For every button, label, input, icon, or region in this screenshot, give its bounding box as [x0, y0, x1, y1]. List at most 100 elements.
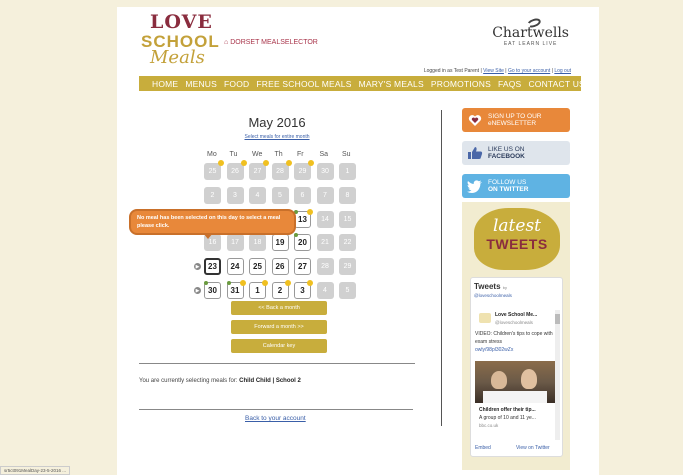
meal-selected-star-icon — [218, 160, 224, 166]
chartwells-logo[interactable]: Chartwells EAT LEARN LIVE — [492, 25, 569, 47]
calendar-day[interactable]: 2 — [271, 280, 291, 299]
page-background: LOVE SCHOOL Meals ⌂ DORSET MEALSELECTOR … — [0, 0, 683, 475]
selected-child: Child Child | School 2 — [239, 378, 301, 384]
nav-menus[interactable]: MENUS — [185, 79, 217, 89]
calendar-key-button[interactable]: Calendar key — [231, 339, 327, 353]
chartwells-name: Chartwells — [492, 25, 569, 41]
embed-link[interactable]: Embed — [475, 445, 491, 451]
calendar-day[interactable]: 27 — [294, 258, 311, 276]
calendar-day[interactable]: 25 — [204, 160, 224, 180]
view-on-twitter-link[interactable]: View on Twitter — [516, 445, 550, 451]
calendar-day[interactable]: 31 — [226, 280, 246, 299]
nav-promotions[interactable]: PROMOTIONS — [431, 79, 491, 89]
view-site-link[interactable]: View Site — [483, 68, 504, 74]
calendar-day[interactable]: 28 — [271, 160, 292, 180]
day-number: 22 — [343, 239, 352, 247]
nav-contact-us[interactable]: CONTACT US — [528, 79, 584, 89]
calendar-day[interactable]: 13 — [294, 208, 313, 228]
logout-link[interactable]: Log out — [554, 68, 571, 74]
day-number: 28 — [321, 263, 329, 271]
logged-in-text: Logged in as Test Parent — [423, 68, 480, 74]
weekday-label: We — [252, 151, 263, 158]
meal-selected-star-icon — [307, 208, 313, 215]
site-header: LOVE SCHOOL Meals ⌂ DORSET MEALSELECTOR … — [117, 7, 599, 75]
calendar-day[interactable]: 30 — [204, 281, 221, 299]
calendar-day[interactable]: 27 — [249, 160, 269, 180]
day-number: 23 — [208, 262, 217, 272]
twitter-button[interactable]: FOLLOW US ON TWITTER — [462, 174, 570, 198]
calendar-day[interactable]: 5 — [339, 282, 356, 299]
day-number: 27 — [298, 262, 307, 272]
calendar-day[interactable]: 4 — [249, 186, 266, 204]
calendar-day[interactable]: 3 — [294, 280, 313, 299]
account-link[interactable]: Go to your account — [508, 68, 550, 74]
calendar-day[interactable]: 26 — [226, 160, 247, 180]
heart-icon — [462, 108, 488, 132]
calendar-day[interactable]: 8 — [339, 186, 356, 204]
newsletter-signup-button[interactable]: SIGN UP TO OUR eNEWSLETTER — [462, 108, 570, 132]
calendar-day[interactable]: 4 — [316, 282, 334, 299]
nav-home[interactable]: HOME — [152, 79, 178, 89]
select-month-link[interactable]: Select meals for entire month — [117, 134, 437, 140]
tweet-author-handle[interactable]: @loveschoolmeals — [495, 320, 533, 325]
calendar-day[interactable]: 5 — [271, 186, 289, 204]
calendar-day[interactable]: 17 — [226, 234, 244, 252]
day-number: 27 — [253, 168, 262, 175]
calendar-day[interactable]: 14 — [316, 210, 334, 228]
week-expand-arrow-icon[interactable]: ▶ — [194, 287, 201, 294]
tweet-link[interactable]: owly/98pl302wZx — [475, 347, 513, 353]
back-month-button[interactable]: << Back a month — [231, 301, 327, 315]
calendar-day[interactable]: 22 — [339, 234, 356, 252]
calendar-day[interactable]: 7 — [316, 186, 334, 204]
back-to-account-link[interactable]: Back to your account — [245, 415, 306, 422]
card-title[interactable]: Children offer their tip... — [479, 407, 536, 413]
calendar-day[interactable]: 2 — [204, 186, 221, 204]
nav-food[interactable]: FOOD — [224, 79, 249, 89]
calendar-day[interactable]: 25 — [249, 258, 266, 276]
calendar-day[interactable]: 1 — [339, 163, 356, 180]
calendar-day[interactable]: 29 — [294, 160, 314, 180]
region-link[interactable]: ⌂ DORSET MEALSELECTOR — [224, 39, 318, 46]
weekday-header: Mo Tu We Th Fr Sa Su — [204, 151, 362, 158]
tweet-image[interactable] — [475, 361, 555, 403]
calendar-day[interactable]: 24 — [226, 258, 244, 276]
widget-handle-link[interactable]: @loveschoolmeals — [474, 293, 512, 298]
calendar-day[interactable]: 30 — [316, 163, 334, 180]
nav-marys-meals[interactable]: MARY'S MEALS — [359, 79, 424, 89]
week-expand-arrow-icon[interactable]: ▶ — [194, 263, 201, 271]
forward-month-button[interactable]: Forward a month >> — [231, 320, 327, 334]
logo-meals: Meals — [150, 47, 205, 68]
nav-faqs[interactable]: FAQS — [498, 79, 521, 89]
calendar-day[interactable]: 18 — [249, 234, 266, 252]
widget-scrollbar[interactable] — [555, 310, 560, 440]
calendar-day[interactable]: 23 — [204, 258, 221, 276]
meal-selected-star-icon — [284, 280, 291, 286]
calendar-day[interactable]: 1 — [249, 280, 268, 299]
calendar-day[interactable]: 3 — [226, 186, 244, 204]
calendar-day[interactable]: 29 — [339, 258, 356, 276]
calendar-day[interactable]: 15 — [339, 210, 356, 228]
nav-free-school-meals[interactable]: FREE SCHOOL MEALS — [256, 79, 351, 89]
facebook-button[interactable]: LIKE US ON FACEBOOK — [462, 141, 570, 165]
calendar-day[interactable]: 6 — [294, 186, 311, 204]
day-number: 31 — [230, 286, 240, 295]
day-number: 5 — [278, 191, 282, 199]
day-number: 6 — [300, 191, 305, 199]
weekday-label: Fr — [297, 151, 304, 158]
calendar-day[interactable]: 19 — [271, 234, 289, 252]
day-number: 2 — [210, 191, 215, 199]
day-number: 3 — [300, 286, 305, 295]
day-number: 24 — [230, 262, 240, 272]
calendar-day[interactable]: 26 — [271, 258, 289, 276]
calendar-day[interactable]: 20 — [294, 233, 311, 252]
tweet-author-name[interactable]: Love School Me... — [495, 312, 537, 318]
meal-selected-star-icon — [307, 280, 313, 286]
calendar-day[interactable]: 21 — [316, 234, 334, 252]
avatar[interactable] — [479, 313, 491, 323]
meal-selected-star-icon — [239, 280, 246, 286]
day-number: 29 — [343, 263, 352, 271]
calendar-day[interactable]: 28 — [316, 258, 334, 276]
day-marker-icon — [204, 281, 208, 285]
card-description: A group of 10 and 11 ye... — [479, 415, 536, 421]
meal-selected-star-icon — [308, 160, 314, 166]
